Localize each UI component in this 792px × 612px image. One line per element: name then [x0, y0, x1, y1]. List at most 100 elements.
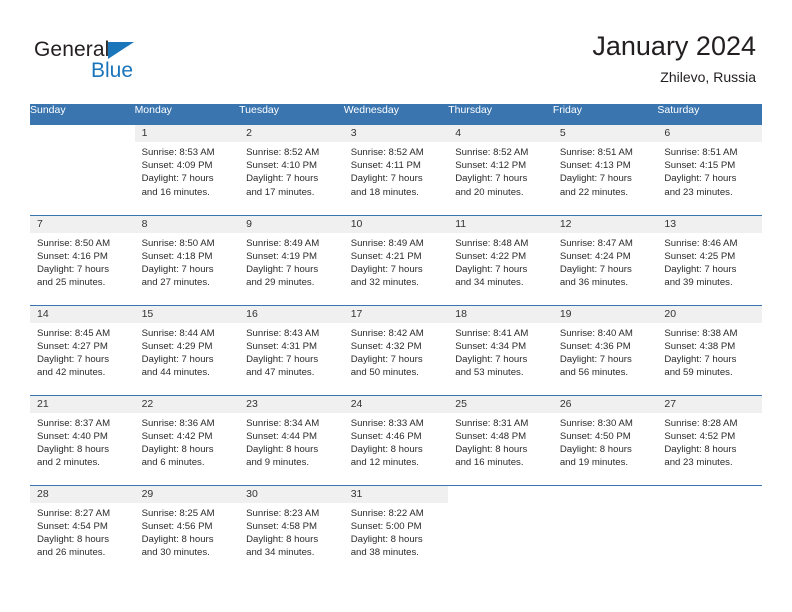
day-detail-line: Sunrise: 8:49 AM: [350, 237, 424, 249]
day-detail-line: and 42 minutes.: [37, 367, 106, 379]
calendar-day-cell[interactable]: 14 Sunrise: 8:45 AM Sunset: 4:27 PM Dayligh…: [30, 304, 135, 395]
day-detail-line: Daylight: 7 hours: [664, 353, 737, 365]
day-detail-line: Sunset: 4:52 PM: [664, 430, 736, 442]
calendar-day-cell[interactable]: 23 Sunrise: 8:34 AM Sunset: 4:44 PM Dayligh…: [239, 394, 344, 485]
calendar-day-cell[interactable]: 17 Sunrise: 8:42 AM Sunset: 4:32 PM Dayligh…: [343, 304, 449, 395]
day-details: Sunrise: 8:46 AM Sunset: 4:25 PM Daylight:…: [657, 233, 762, 290]
day-detail-line: Daylight: 8 hours: [141, 533, 214, 545]
calendar-day-cell[interactable]: 12 Sunrise: 8:47 AM Sunset: 4:24 PM Dayligh…: [552, 214, 658, 305]
day-detail-line: and 18 minutes.: [350, 186, 419, 198]
calendar-body: 1 Sunrise: 8:53 AM Sunset: 4:09 PM Daylight…: [30, 125, 762, 575]
brand-logo[interactable]: General Blue: [34, 38, 254, 90]
day-detail-line: and 26 minutes.: [37, 547, 106, 559]
calendar-day-cell[interactable]: 1 Sunrise: 8:53 AM Sunset: 4:09 PM Daylight…: [134, 125, 240, 215]
calendar-day-cell[interactable]: 8 Sunrise: 8:50 AM Sunset: 4:18 PM Daylight…: [134, 214, 240, 305]
calendar-day-cell[interactable]: 2 Sunrise: 8:52 AM Sunset: 4:10 PM Daylight…: [239, 125, 344, 215]
calendar-day-cell[interactable]: 29 Sunrise: 8:25 AM Sunset: 4:56 PM Dayligh…: [134, 484, 240, 575]
calendar-day-cell[interactable]: 24 Sunrise: 8:33 AM Sunset: 4:46 PM Dayligh…: [343, 394, 449, 485]
day-detail-line: Sunset: 4:15 PM: [664, 160, 736, 172]
day-detail-line: Daylight: 8 hours: [246, 443, 319, 455]
day-detail-line: Sunrise: 8:41 AM: [455, 327, 529, 339]
day-detail-line: Sunrise: 8:37 AM: [37, 417, 111, 429]
calendar-day-cell[interactable]: 22 Sunrise: 8:36 AM Sunset: 4:42 PM Dayligh…: [134, 394, 240, 485]
page-title: January 2024: [592, 31, 756, 61]
day-detail-line: and 34 minutes.: [246, 547, 315, 559]
day-detail-line: and 19 minutes.: [559, 457, 629, 469]
calendar-day-cell[interactable]: 16 Sunrise: 8:43 AM Sunset: 4:31 PM Dayligh…: [239, 304, 344, 395]
calendar-day-cell[interactable]: 7 Sunrise: 8:50 AM Sunset: 4:16 PM Daylight…: [30, 214, 135, 305]
calendar-day-cell[interactable]: 11 Sunrise: 8:48 AM Sunset: 4:22 PM Dayligh…: [448, 214, 553, 305]
day-detail-line: Sunrise: 8:33 AM: [350, 417, 424, 429]
page-subtitle: Zhilevo, Russia: [660, 69, 756, 85]
day-number: 13: [657, 215, 762, 233]
calendar-day-cell[interactable]: 13 Sunrise: 8:46 AM Sunset: 4:25 PM Dayligh…: [657, 214, 762, 305]
day-number: 29: [134, 485, 240, 503]
calendar-day-cell[interactable]: 19 Sunrise: 8:40 AM Sunset: 4:36 PM Dayligh…: [552, 304, 658, 395]
calendar-day-cell[interactable]: 5 Sunrise: 8:51 AM Sunset: 4:13 PM Daylight…: [552, 125, 658, 215]
day-detail-line: Daylight: 7 hours: [455, 263, 528, 275]
day-detail-line: Sunset: 4:11 PM: [350, 160, 421, 172]
day-number: 27: [657, 395, 762, 413]
day-number: 20: [657, 305, 762, 323]
day-detail-line: Sunset: 4:24 PM: [559, 250, 631, 262]
day-detail-line: and 25 minutes.: [37, 277, 106, 289]
day-detail-line: Sunset: 5:00 PM: [350, 520, 422, 532]
day-details: Sunrise: 8:49 AM Sunset: 4:21 PM Daylight:…: [344, 233, 449, 290]
calendar-header-row: Sunday Monday Tuesday Wednesday Thursday Frid…: [30, 104, 762, 125]
calendar-day-cell[interactable]: 30 Sunrise: 8:23 AM Sunset: 4:58 PM Dayligh…: [239, 484, 344, 575]
day-detail-line: Daylight: 7 hours: [559, 173, 632, 185]
calendar-day-cell[interactable]: 3 Sunrise: 8:52 AM Sunset: 4:11 PM Daylight…: [343, 125, 449, 215]
day-detail-line: and 34 minutes.: [455, 277, 524, 289]
day-details: Sunrise: 8:38 AM Sunset: 4:38 PM Daylight:…: [657, 323, 762, 380]
day-details: Sunrise: 8:41 AM Sunset: 4:34 PM Daylight:…: [448, 323, 553, 380]
day-detail-line: Sunset: 4:36 PM: [559, 340, 631, 352]
day-detail-line: Sunset: 4:16 PM: [37, 250, 108, 262]
day-details: Sunrise: 8:27 AM Sunset: 4:54 PM Daylight:…: [30, 503, 135, 560]
day-detail-line: Sunrise: 8:38 AM: [664, 327, 738, 339]
calendar-day-cell[interactable]: 21 Sunrise: 8:37 AM Sunset: 4:40 PM Dayligh…: [30, 394, 135, 485]
day-detail-line: Sunrise: 8:43 AM: [246, 327, 320, 339]
day-details: Sunrise: 8:50 AM Sunset: 4:18 PM Daylight:…: [135, 233, 240, 290]
calendar-week-row: 7 Sunrise: 8:50 AM Sunset: 4:16 PM Daylight…: [30, 214, 762, 305]
day-number: 30: [239, 485, 344, 503]
calendar-day-cell[interactable]: 9 Sunrise: 8:49 AM Sunset: 4:19 PM Daylight…: [239, 214, 344, 305]
day-detail-line: Daylight: 7 hours: [37, 263, 109, 275]
day-detail-line: Daylight: 7 hours: [246, 173, 319, 185]
day-detail-line: Sunset: 4:38 PM: [664, 340, 736, 352]
day-details: Sunrise: 8:51 AM Sunset: 4:15 PM Daylight:…: [657, 142, 762, 199]
day-detail-line: Sunset: 4:42 PM: [141, 430, 213, 442]
day-detail-line: Sunrise: 8:42 AM: [350, 327, 424, 339]
day-detail-line: Sunrise: 8:50 AM: [141, 237, 215, 249]
calendar-day-cell[interactable]: 27 Sunrise: 8:28 AM Sunset: 4:52 PM Dayligh…: [657, 394, 762, 485]
calendar-day-cell-empty: [657, 484, 762, 575]
day-details: Sunrise: 8:48 AM Sunset: 4:22 PM Daylight:…: [448, 233, 553, 290]
day-detail-line: Daylight: 8 hours: [37, 443, 109, 455]
day-detail-line: and 17 minutes.: [246, 186, 315, 198]
calendar-day-cell-empty: [30, 125, 135, 215]
calendar-day-cell[interactable]: 28 Sunrise: 8:27 AM Sunset: 4:54 PM Dayligh…: [30, 484, 135, 575]
calendar-day-cell[interactable]: 10 Sunrise: 8:49 AM Sunset: 4:21 PM Dayligh…: [343, 214, 449, 305]
day-details: Sunrise: 8:31 AM Sunset: 4:48 PM Daylight:…: [448, 413, 553, 470]
calendar-day-cell[interactable]: 15 Sunrise: 8:44 AM Sunset: 4:29 PM Dayligh…: [134, 304, 240, 395]
day-detail-line: and 6 minutes.: [141, 457, 205, 469]
calendar-day-cell[interactable]: 26 Sunrise: 8:30 AM Sunset: 4:50 PM Dayligh…: [552, 394, 658, 485]
calendar-page: General Blue January 2024 Zhilevo, Russi…: [0, 0, 792, 612]
calendar-day-cell[interactable]: 25 Sunrise: 8:31 AM Sunset: 4:48 PM Dayligh…: [448, 394, 553, 485]
calendar-day-cell[interactable]: 18 Sunrise: 8:41 AM Sunset: 4:34 PM Dayligh…: [448, 304, 553, 395]
day-detail-line: Daylight: 8 hours: [141, 443, 214, 455]
calendar-grid: Sunday Monday Tuesday Wednesday Thursday Frid…: [30, 104, 762, 575]
day-details: Sunrise: 8:30 AM Sunset: 4:50 PM Daylight:…: [553, 413, 658, 470]
calendar-day-cell[interactable]: 6 Sunrise: 8:51 AM Sunset: 4:15 PM Daylight…: [657, 125, 762, 215]
day-number: 11: [448, 215, 553, 233]
day-detail-line: and 22 minutes.: [559, 186, 629, 198]
day-detail-line: Sunset: 4:34 PM: [455, 340, 527, 352]
calendar-day-cell[interactable]: 4 Sunrise: 8:52 AM Sunset: 4:12 PM Daylight…: [448, 125, 553, 215]
weekday-header-saturday: Saturday: [657, 104, 762, 125]
day-detail-line: and 16 minutes.: [141, 186, 210, 198]
day-number: 24: [343, 395, 449, 413]
day-number: 16: [239, 305, 344, 323]
title-block: January 2024 Zhilevo, Russia: [592, 30, 756, 87]
day-details: Sunrise: 8:51 AM Sunset: 4:13 PM Daylight:…: [553, 142, 658, 199]
calendar-day-cell[interactable]: 20 Sunrise: 8:38 AM Sunset: 4:38 PM Dayligh…: [657, 304, 762, 395]
calendar-day-cell[interactable]: 31 Sunrise: 8:22 AM Sunset: 5:00 PM Dayligh…: [343, 484, 449, 575]
